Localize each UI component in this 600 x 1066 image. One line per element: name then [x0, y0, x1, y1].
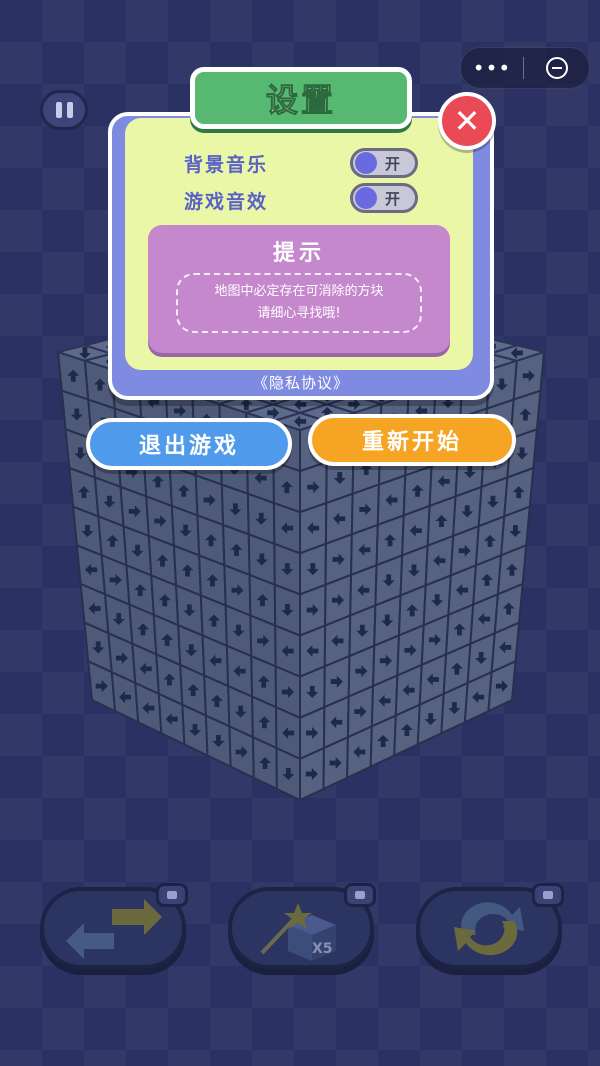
toggle-state: 开	[385, 155, 401, 173]
pause-icon-bar	[66, 102, 73, 118]
video-icon	[355, 891, 365, 899]
sfx-toggle[interactable]: 开	[350, 183, 418, 213]
capsule-close-button[interactable]	[524, 57, 589, 79]
settings-title: 设置	[190, 67, 412, 129]
pause-button[interactable]	[40, 90, 88, 130]
video-icon	[167, 891, 177, 899]
bgm-toggle[interactable]: 开	[350, 148, 418, 178]
bgm-label: 背景音乐	[184, 154, 269, 176]
video-ad-badge	[344, 883, 376, 907]
pause-icon	[55, 102, 62, 118]
rotate-tool-button[interactable]	[416, 883, 564, 969]
restart-button[interactable]: 重新开始	[308, 414, 516, 466]
hint-line: 地图中必定存在可消除的方块	[214, 284, 384, 299]
hint-line: 请细心寻找哦!	[257, 306, 341, 321]
magic-tool-button[interactable]: X5	[228, 883, 376, 969]
video-icon	[543, 891, 553, 899]
sfx-label: 游戏音效	[184, 191, 269, 213]
swap-tool-button[interactable]	[40, 883, 188, 969]
magic-count: X5	[312, 941, 333, 957]
video-ad-badge	[532, 883, 564, 907]
mini-program-capsule: •••	[460, 47, 590, 89]
hint-message: 地图中必定存在可消除的方块 请细心寻找哦!	[176, 273, 422, 333]
more-button[interactable]: •••	[461, 56, 523, 80]
video-ad-badge	[156, 883, 188, 907]
toggle-knob	[355, 152, 377, 174]
hint-box: 提示 地图中必定存在可消除的方块 请细心寻找哦!	[148, 225, 450, 353]
toggle-knob	[355, 187, 377, 209]
close-icon: ✕	[453, 102, 481, 140]
hint-title: 提示	[272, 241, 325, 266]
toggle-state: 开	[385, 190, 401, 208]
privacy-link[interactable]: 《隐私协议》	[108, 372, 494, 393]
exit-game-button[interactable]: 退出游戏	[86, 418, 292, 470]
minimize-circle-icon	[545, 57, 568, 79]
close-button[interactable]: ✕	[438, 92, 496, 150]
